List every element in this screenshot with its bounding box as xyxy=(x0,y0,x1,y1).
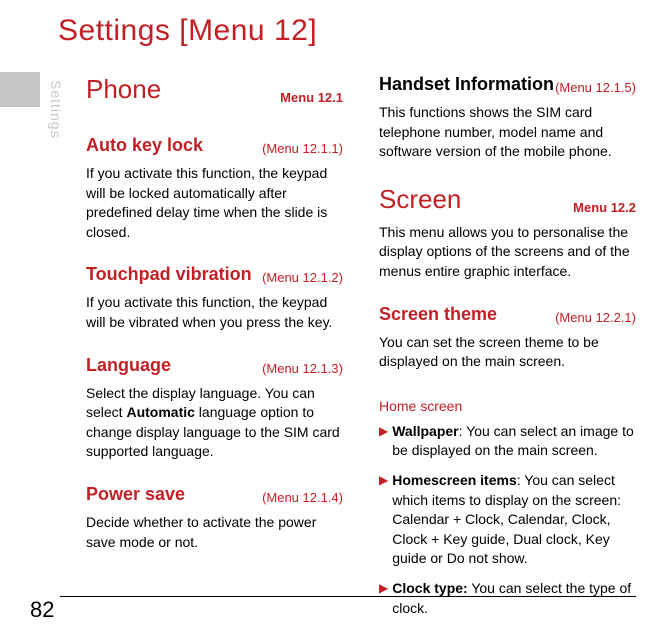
menu-ref: (Menu 12.1.1) xyxy=(262,141,343,156)
page-title: Settings [Menu 12] xyxy=(58,14,317,48)
menu-ref: (Menu 12.1.5) xyxy=(555,80,636,95)
left-column: Phone Menu 12.1 Auto key lock (Menu 12.1… xyxy=(86,74,343,609)
section-head: Auto key lock (Menu 12.1.1) xyxy=(86,135,343,156)
body-text: This functions shows the SIM card teleph… xyxy=(379,103,636,162)
heading-power-save: Power save xyxy=(86,484,185,505)
body-text: This menu allows you to personalise the … xyxy=(379,223,636,282)
list-item: ▶ Wallpaper: You can select an image to … xyxy=(379,422,636,461)
section-head: Screen Menu 12.2 xyxy=(379,184,636,215)
section-head: Touchpad vibration (Menu 12.1.2) xyxy=(86,264,343,285)
section-phone: Phone Menu 12.1 xyxy=(86,74,343,113)
bullet-bold: Wallpaper xyxy=(392,423,458,439)
section-auto-key-lock: Auto key lock (Menu 12.1.1) If you activ… xyxy=(86,135,343,242)
bullet-bold: Homescreen items xyxy=(392,472,517,488)
menu-ref: (Menu 12.2.1) xyxy=(555,310,636,325)
section-screen: Screen Menu 12.2 This menu allows you to… xyxy=(379,184,636,282)
section-handset-information: Handset Information (Menu 12.1.5) This f… xyxy=(379,74,636,162)
heading-language: Language xyxy=(86,355,171,376)
page-number: 82 xyxy=(30,597,54,623)
section-head: Handset Information (Menu 12.1.5) xyxy=(379,74,636,95)
right-column: Handset Information (Menu 12.1.5) This f… xyxy=(379,74,636,609)
bullet-text: Clock type: You can select the type of c… xyxy=(392,579,636,618)
menu-ref: (Menu 12.1.4) xyxy=(262,490,343,505)
menu-ref: (Menu 12.1.2) xyxy=(262,270,343,285)
section-head: Language (Menu 12.1.3) xyxy=(86,355,343,376)
subheading-home-screen: Home screen xyxy=(379,398,636,414)
bullet-icon: ▶ xyxy=(379,422,388,461)
heading-screen: Screen xyxy=(379,184,461,215)
bullet-bold: Clock type: xyxy=(392,580,467,596)
list-item: ▶ Clock type: You can select the type of… xyxy=(379,579,636,618)
menu-ref: Menu 12.2 xyxy=(573,200,636,215)
body-text: Decide whether to activate the power sav… xyxy=(86,513,343,552)
body-text: If you activate this function, the keypa… xyxy=(86,164,343,242)
menu-ref: Menu 12.1 xyxy=(280,90,343,105)
side-tab: Settings xyxy=(48,74,64,144)
section-language: Language (Menu 12.1.3) Select the displa… xyxy=(86,355,343,462)
body-text: Select the display language. You can sel… xyxy=(86,384,343,462)
heading-handset-information: Handset Information xyxy=(379,74,554,95)
body-text: If you activate this function, the keypa… xyxy=(86,293,343,332)
bullet-icon: ▶ xyxy=(379,471,388,569)
menu-ref: (Menu 12.1.3) xyxy=(262,361,343,376)
body-text: You can set the screen theme to be displ… xyxy=(379,333,636,372)
section-head: Phone Menu 12.1 xyxy=(86,74,343,105)
heading-touchpad-vibration: Touchpad vibration xyxy=(86,264,252,285)
section-touchpad-vibration: Touchpad vibration (Menu 12.1.2) If you … xyxy=(86,264,343,332)
bullet-text: Wallpaper: You can select an image to be… xyxy=(392,422,636,461)
section-screen-theme: Screen theme (Menu 12.2.1) You can set t… xyxy=(379,304,636,372)
bullet-text: Homescreen items: You can select which i… xyxy=(392,471,636,569)
list-item: ▶ Homescreen items: You can select which… xyxy=(379,471,636,569)
heading-auto-key-lock: Auto key lock xyxy=(86,135,203,156)
section-head: Power save (Menu 12.1.4) xyxy=(86,484,343,505)
section-head: Screen theme (Menu 12.2.1) xyxy=(379,304,636,325)
content-columns: Phone Menu 12.1 Auto key lock (Menu 12.1… xyxy=(86,74,636,609)
heading-phone: Phone xyxy=(86,74,161,105)
section-power-save: Power save (Menu 12.1.4) Decide whether … xyxy=(86,484,343,552)
bullet-icon: ▶ xyxy=(379,579,388,618)
text-bold: Automatic xyxy=(126,404,194,420)
footer-divider xyxy=(60,596,636,597)
heading-screen-theme: Screen theme xyxy=(379,304,497,325)
